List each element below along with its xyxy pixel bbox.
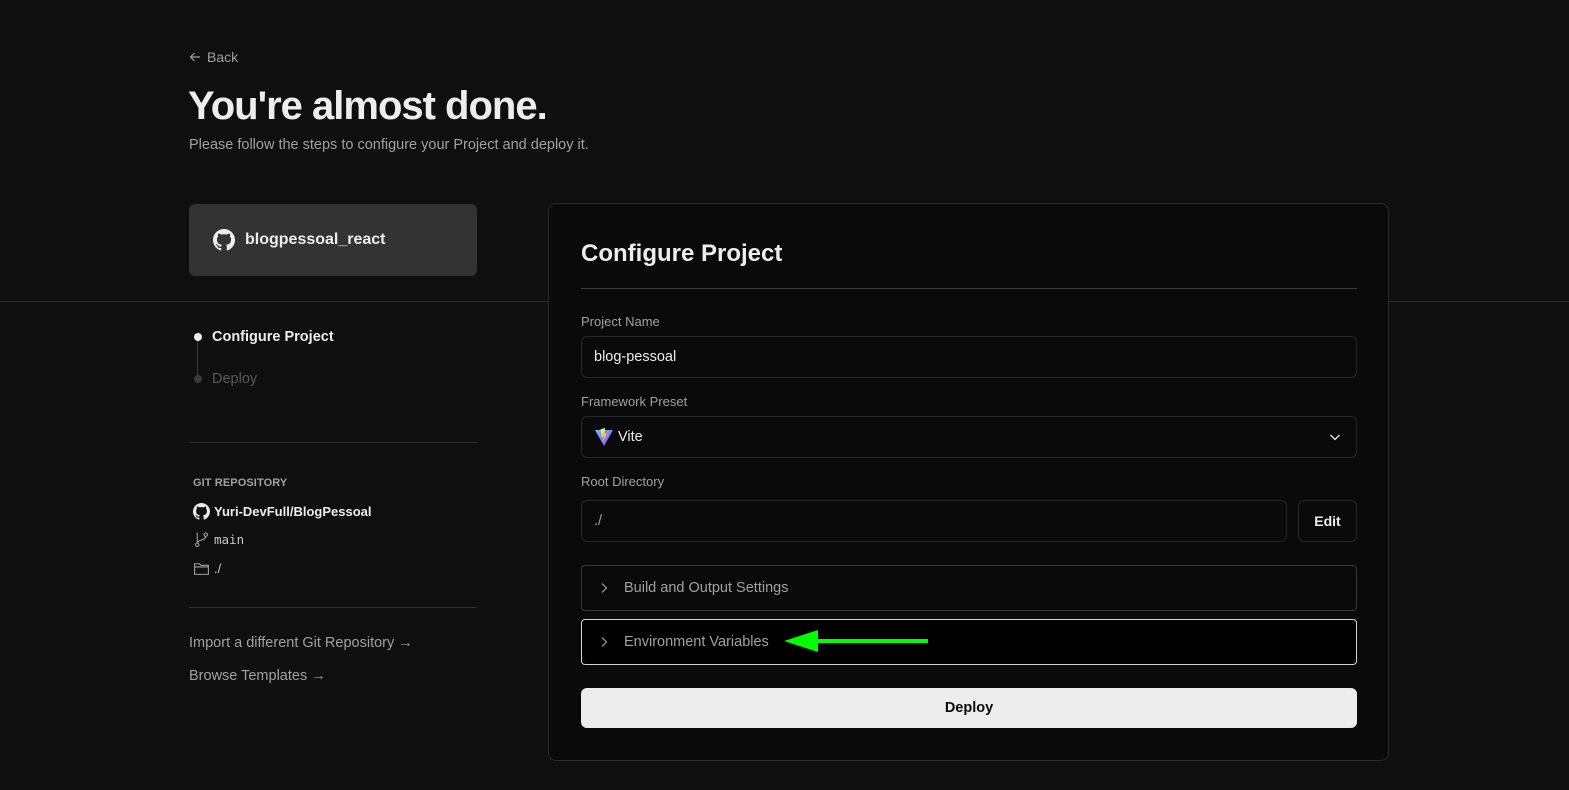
sidebar-divider [189, 442, 477, 443]
root-directory-label: Root Directory [581, 474, 665, 489]
build-output-settings-label: Build and Output Settings [624, 580, 789, 596]
step-dot-active [194, 333, 202, 341]
project-name-label: Project Name [581, 314, 660, 329]
vite-icon [595, 428, 613, 446]
page-title: You're almost done. [188, 84, 548, 128]
framework-preset-select[interactable]: Vite [581, 416, 1357, 458]
framework-value: Vite [618, 429, 643, 445]
deploy-button[interactable]: Deploy [581, 688, 1357, 728]
back-label: Back [207, 49, 239, 65]
git-branch-icon [195, 532, 208, 548]
github-icon [193, 503, 210, 520]
arrow-left-icon [189, 52, 200, 62]
github-icon [213, 229, 235, 251]
step-dot-inactive [194, 375, 202, 383]
step-configure-project: Configure Project [189, 326, 477, 348]
page-subtitle: Please follow the steps to configure you… [189, 137, 589, 153]
sidebar-divider [189, 607, 477, 608]
chevron-right-icon [601, 583, 608, 593]
git-directory: ./ [214, 561, 222, 576]
build-output-settings-toggle[interactable]: Build and Output Settings [581, 565, 1357, 611]
step-label: Configure Project [212, 329, 334, 345]
steps-list: Configure Project Deploy [189, 326, 477, 387]
git-directory-row: ./ [193, 560, 221, 577]
edit-root-button[interactable]: Edit [1298, 500, 1357, 542]
import-repo-link[interactable]: Import a different Git Repository → [189, 635, 413, 651]
root-directory-input[interactable]: ./ [581, 500, 1287, 542]
panel-title: Configure Project [581, 240, 783, 267]
panel-divider [581, 288, 1357, 289]
page: Back You're almost done. Please follow t… [0, 0, 1569, 790]
framework-preset-label: Framework Preset [581, 394, 688, 409]
back-link[interactable]: Back [189, 49, 238, 65]
environment-variables-toggle[interactable]: Environment Variables [581, 619, 1357, 665]
step-label: Deploy [212, 371, 258, 387]
folder-icon [194, 563, 209, 575]
step-deploy: Deploy [189, 368, 257, 390]
chevron-down-icon [1330, 434, 1340, 441]
git-branch-row: main [193, 531, 244, 548]
chevron-right-icon [601, 637, 608, 647]
environment-variables-label: Environment Variables [624, 634, 769, 650]
browse-templates-link[interactable]: Browse Templates → [189, 668, 326, 684]
git-branch-name: main [214, 532, 245, 547]
annotation-arrow-icon [784, 630, 928, 652]
git-repo-row[interactable]: Yuri-DevFull/BlogPessoal [193, 503, 372, 520]
repo-name: blogpessoal_react [245, 231, 386, 248]
git-repository-heading: GIT REPOSITORY [193, 477, 288, 489]
project-name-input[interactable]: blog-pessoal [581, 336, 1357, 378]
configure-project-panel: Configure Project Project Name blog-pess… [548, 203, 1389, 761]
framework-selected: Vite [594, 427, 643, 447]
git-repo-name: Yuri-DevFull/BlogPessoal [214, 504, 372, 519]
repo-card: blogpessoal_react [189, 204, 477, 276]
